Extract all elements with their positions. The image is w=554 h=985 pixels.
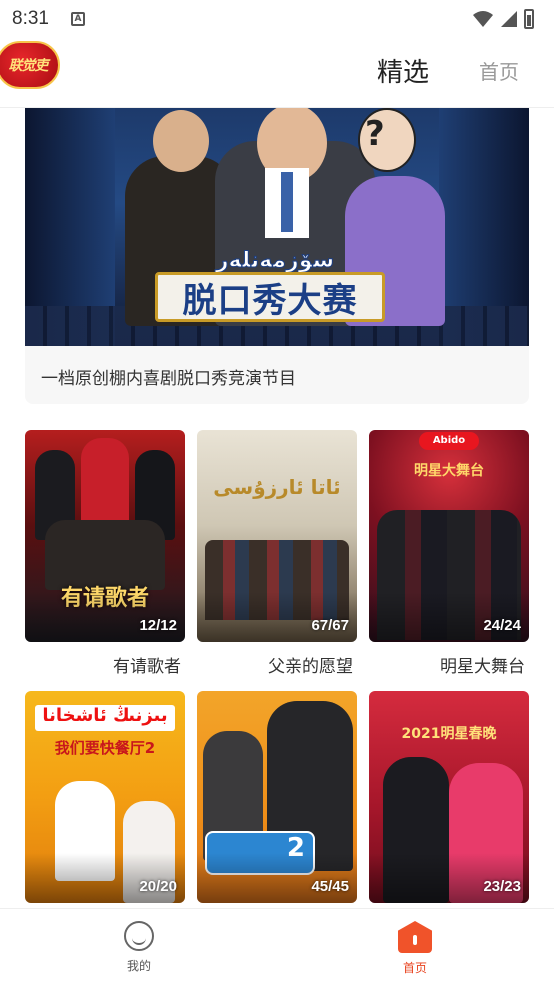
episode-count: 12/12: [139, 617, 177, 634]
tie: [281, 172, 293, 232]
nav-mine-label: 我的: [126, 959, 151, 973]
program-thumbnail: 2 45/45: [197, 691, 357, 903]
feature-banner-image: ? سۆزمەنلەر بەيگىسى 脱口秀大赛: [25, 108, 529, 346]
program-thumbnail: بىزنىڭ ئاشخانا 我们要快餐厅2 20/20: [25, 691, 185, 903]
feature-card[interactable]: ? سۆزمەنلەر بەيگىسى 脱口秀大赛 一档原创棚内喜剧脱口秀竞演节…: [25, 108, 529, 404]
wifi-icon: [473, 11, 493, 27]
feature-description: 一档原创棚内喜剧脱口秀竞演节目: [41, 369, 296, 389]
tab-home[interactable]: 首页: [479, 56, 519, 85]
logo-text: 联觉吏: [8, 58, 49, 74]
episode-count: 67/67: [311, 617, 349, 634]
program-card[interactable]: بىزنىڭ ئاشخانا 我们要快餐厅2 20/20: [25, 691, 185, 903]
person-left-head: [153, 110, 209, 172]
status-bar: 8:31 A: [0, 0, 554, 38]
program-title: 父亲的愿望: [268, 657, 353, 677]
nav-mine[interactable]: 我的: [99, 921, 179, 974]
program-card[interactable]: 2 45/45: [197, 691, 357, 903]
episode-count: 23/23: [483, 878, 521, 895]
battery-icon: [524, 9, 534, 29]
program-title: 有请歌者: [113, 657, 181, 677]
program-thumbnail: 有请歌者 12/12: [25, 430, 185, 642]
tab-selected[interactable]: 精选: [377, 52, 429, 89]
program-thumbnail: Abido 明星大舞台 24/24: [369, 430, 529, 642]
program-card[interactable]: 有请歌者 12/12 有请歌者: [25, 430, 185, 677]
program-title: 明星大舞台: [440, 657, 525, 677]
thumb-overlay-text: 2021明星春晚: [401, 726, 497, 742]
banner-title: 脱口秀大赛: [155, 272, 385, 322]
brand-badge: Abido: [419, 432, 479, 450]
home-icon: [398, 921, 432, 953]
status-time: 8:31: [12, 8, 49, 29]
program-card[interactable]: Abido 明星大舞台 24/24 明星大舞台: [369, 430, 529, 677]
uyghur-title-band: بىزنىڭ ئاشخانا: [35, 705, 175, 731]
thumb-overlay-text: 我们要快餐厅2: [54, 739, 156, 757]
program-card[interactable]: ئاتا ئارزۇسى 67/67 父亲的愿望: [197, 430, 357, 677]
profile-icon: [124, 921, 154, 951]
program-thumbnail: 2021明星春晚 23/23: [369, 691, 529, 903]
question-mark-icon: ?: [365, 114, 385, 154]
notification-icon: A: [70, 12, 85, 26]
nav-home[interactable]: 首页: [375, 921, 455, 976]
episode-count: 45/45: [311, 878, 349, 895]
signal-icon: [501, 11, 517, 27]
thumb-overlay-text: 明星大舞台: [414, 463, 484, 479]
thumb-figure: [81, 438, 129, 528]
app-header: 联觉吏 精选 首页: [0, 38, 554, 108]
thumb-overlay-text: ئاتا ئارزۇسى: [213, 475, 341, 499]
episode-count: 24/24: [483, 617, 521, 634]
program-thumbnail: ئاتا ئارزۇسى 67/67: [197, 430, 357, 642]
status-indicators: [472, 9, 534, 29]
nav-home-label: 首页: [402, 961, 427, 975]
program-card[interactable]: 2021明星春晚 23/23: [369, 691, 529, 903]
episode-count: 20/20: [139, 878, 177, 895]
bottom-nav: 我的 首页: [0, 908, 554, 985]
app-logo[interactable]: 联觉吏: [0, 41, 60, 89]
